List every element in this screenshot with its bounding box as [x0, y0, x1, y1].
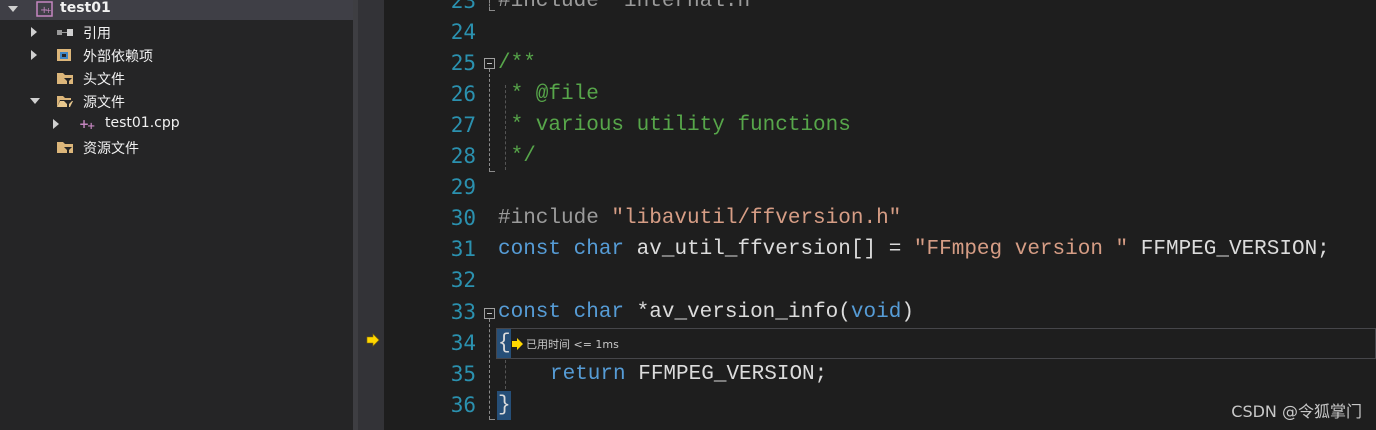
project-label: test01 — [60, 0, 111, 16]
identifier: FFMPEG_VERSION; — [625, 363, 828, 386]
external-dependencies-icon — [57, 49, 71, 61]
line-number: 36 — [450, 393, 476, 417]
preprocessor-directive: #include — [498, 207, 612, 230]
cpp-project-icon: + + — [36, 1, 53, 17]
solution-explorer: + + test01 引用 外部依赖项 头文件 源文件 + + test01.c… — [0, 0, 353, 430]
identifier: FFMPEG_VERSION; — [1128, 238, 1330, 261]
line-number: 30 — [450, 206, 476, 230]
code-line-25[interactable]: /** — [498, 48, 536, 79]
fold-guide-end — [489, 10, 495, 11]
references-icon — [57, 29, 73, 36]
tree-item-label: 外部依赖项 — [83, 49, 153, 65]
tree-item-test01-cpp[interactable]: + + test01.cpp — [0, 113, 353, 135]
tree-item-label: 资源文件 — [83, 141, 139, 157]
line-number: 27 — [450, 113, 476, 137]
code-line-23[interactable]: #include "internal.h" — [498, 0, 763, 17]
identifier: av_util_ffversion[] = — [636, 238, 914, 261]
folder-filter-icon — [57, 73, 73, 84]
svg-text:+: + — [87, 121, 95, 132]
code-line-27[interactable]: * various utility functions — [498, 110, 851, 141]
line-number: 24 — [450, 20, 476, 44]
cpp-file-icon: + + — [79, 117, 95, 132]
tree-item-label: test01.cpp — [105, 115, 180, 131]
collapse-arrow-icon[interactable] — [8, 6, 18, 12]
code-editor[interactable]: 23 24 25 26 27 28 29 30 31 32 33 34 35 3… — [358, 0, 1376, 430]
folder-filter-icon — [57, 142, 73, 153]
expand-arrow-icon[interactable] — [31, 27, 37, 37]
tree-item-label: 头文件 — [83, 72, 125, 88]
code-line-36[interactable]: } — [498, 390, 511, 421]
code-line-33[interactable]: const char *av_version_info(void) — [498, 297, 914, 328]
keyword: char — [573, 238, 625, 261]
collapse-region-icon[interactable] — [484, 58, 495, 69]
svg-text:+: + — [45, 6, 52, 15]
collapse-arrow-icon[interactable] — [30, 98, 40, 104]
tree-item-external-dependencies[interactable]: 外部依赖项 — [0, 44, 353, 66]
include-path: "libavutil/ffversion.h" — [611, 207, 902, 230]
tree-item-label: 源文件 — [83, 95, 125, 111]
code-line-34[interactable]: { — [498, 328, 511, 359]
keyword: return — [550, 363, 626, 386]
identifier: *av_version_info( — [636, 301, 851, 324]
tree-item-resource-files[interactable]: 资源文件 — [0, 136, 353, 158]
keyword: char — [573, 301, 625, 324]
fold-guide — [489, 319, 490, 419]
keyword: const — [498, 238, 562, 261]
code-line-35[interactable]: return FFMPEG_VERSION; — [550, 359, 827, 390]
code-line-28[interactable]: */ — [498, 141, 536, 172]
line-number: 31 — [450, 237, 476, 261]
current-line-highlight — [496, 328, 1376, 359]
code-line-26[interactable]: * @file — [498, 79, 599, 110]
tree-item-references[interactable]: 引用 — [0, 21, 353, 43]
expand-arrow-icon[interactable] — [53, 119, 59, 129]
code-line-31[interactable]: const char av_util_ffversion[] = "FFmpeg… — [498, 234, 1330, 265]
fold-guide-end — [489, 171, 495, 172]
line-number: 35 — [450, 362, 476, 386]
keyword: const — [498, 301, 562, 324]
watermark: CSDN @令狐掌门 — [1231, 402, 1362, 421]
tree-item-label: 引用 — [83, 26, 111, 42]
code-line-30[interactable]: #include "libavutil/ffversion.h" — [498, 203, 901, 234]
indicator-margin[interactable] — [358, 0, 384, 430]
keyword: void — [850, 301, 902, 324]
folder-filter-open-icon — [57, 96, 73, 107]
line-number: 29 — [450, 175, 476, 199]
perf-tip-arrow-icon — [512, 338, 523, 350]
line-number: 25 — [450, 51, 476, 75]
execution-pointer-icon — [366, 333, 380, 347]
line-number: 33 — [450, 300, 476, 324]
perf-tip[interactable]: 已用时间 <= 1ms — [512, 334, 619, 354]
line-number: 28 — [450, 144, 476, 168]
tree-item-project[interactable]: + + test01 — [0, 0, 353, 20]
fold-guide — [489, 69, 490, 171]
line-number: 34 — [450, 331, 476, 355]
collapse-region-icon[interactable] — [484, 308, 495, 319]
perf-tip-text: 已用时间 <= 1ms — [526, 338, 619, 351]
tree-item-header-files[interactable]: 头文件 — [0, 67, 353, 89]
tree-item-source-files[interactable]: 源文件 — [0, 90, 353, 112]
fold-guide — [489, 0, 490, 10]
string-literal: "FFmpeg version " — [913, 238, 1129, 261]
line-number: 32 — [450, 268, 476, 292]
expand-arrow-icon[interactable] — [31, 50, 37, 60]
line-number: 26 — [450, 82, 476, 106]
line-number: 23 — [450, 0, 476, 13]
fold-guide-end — [489, 419, 495, 420]
identifier: ) — [901, 301, 914, 324]
